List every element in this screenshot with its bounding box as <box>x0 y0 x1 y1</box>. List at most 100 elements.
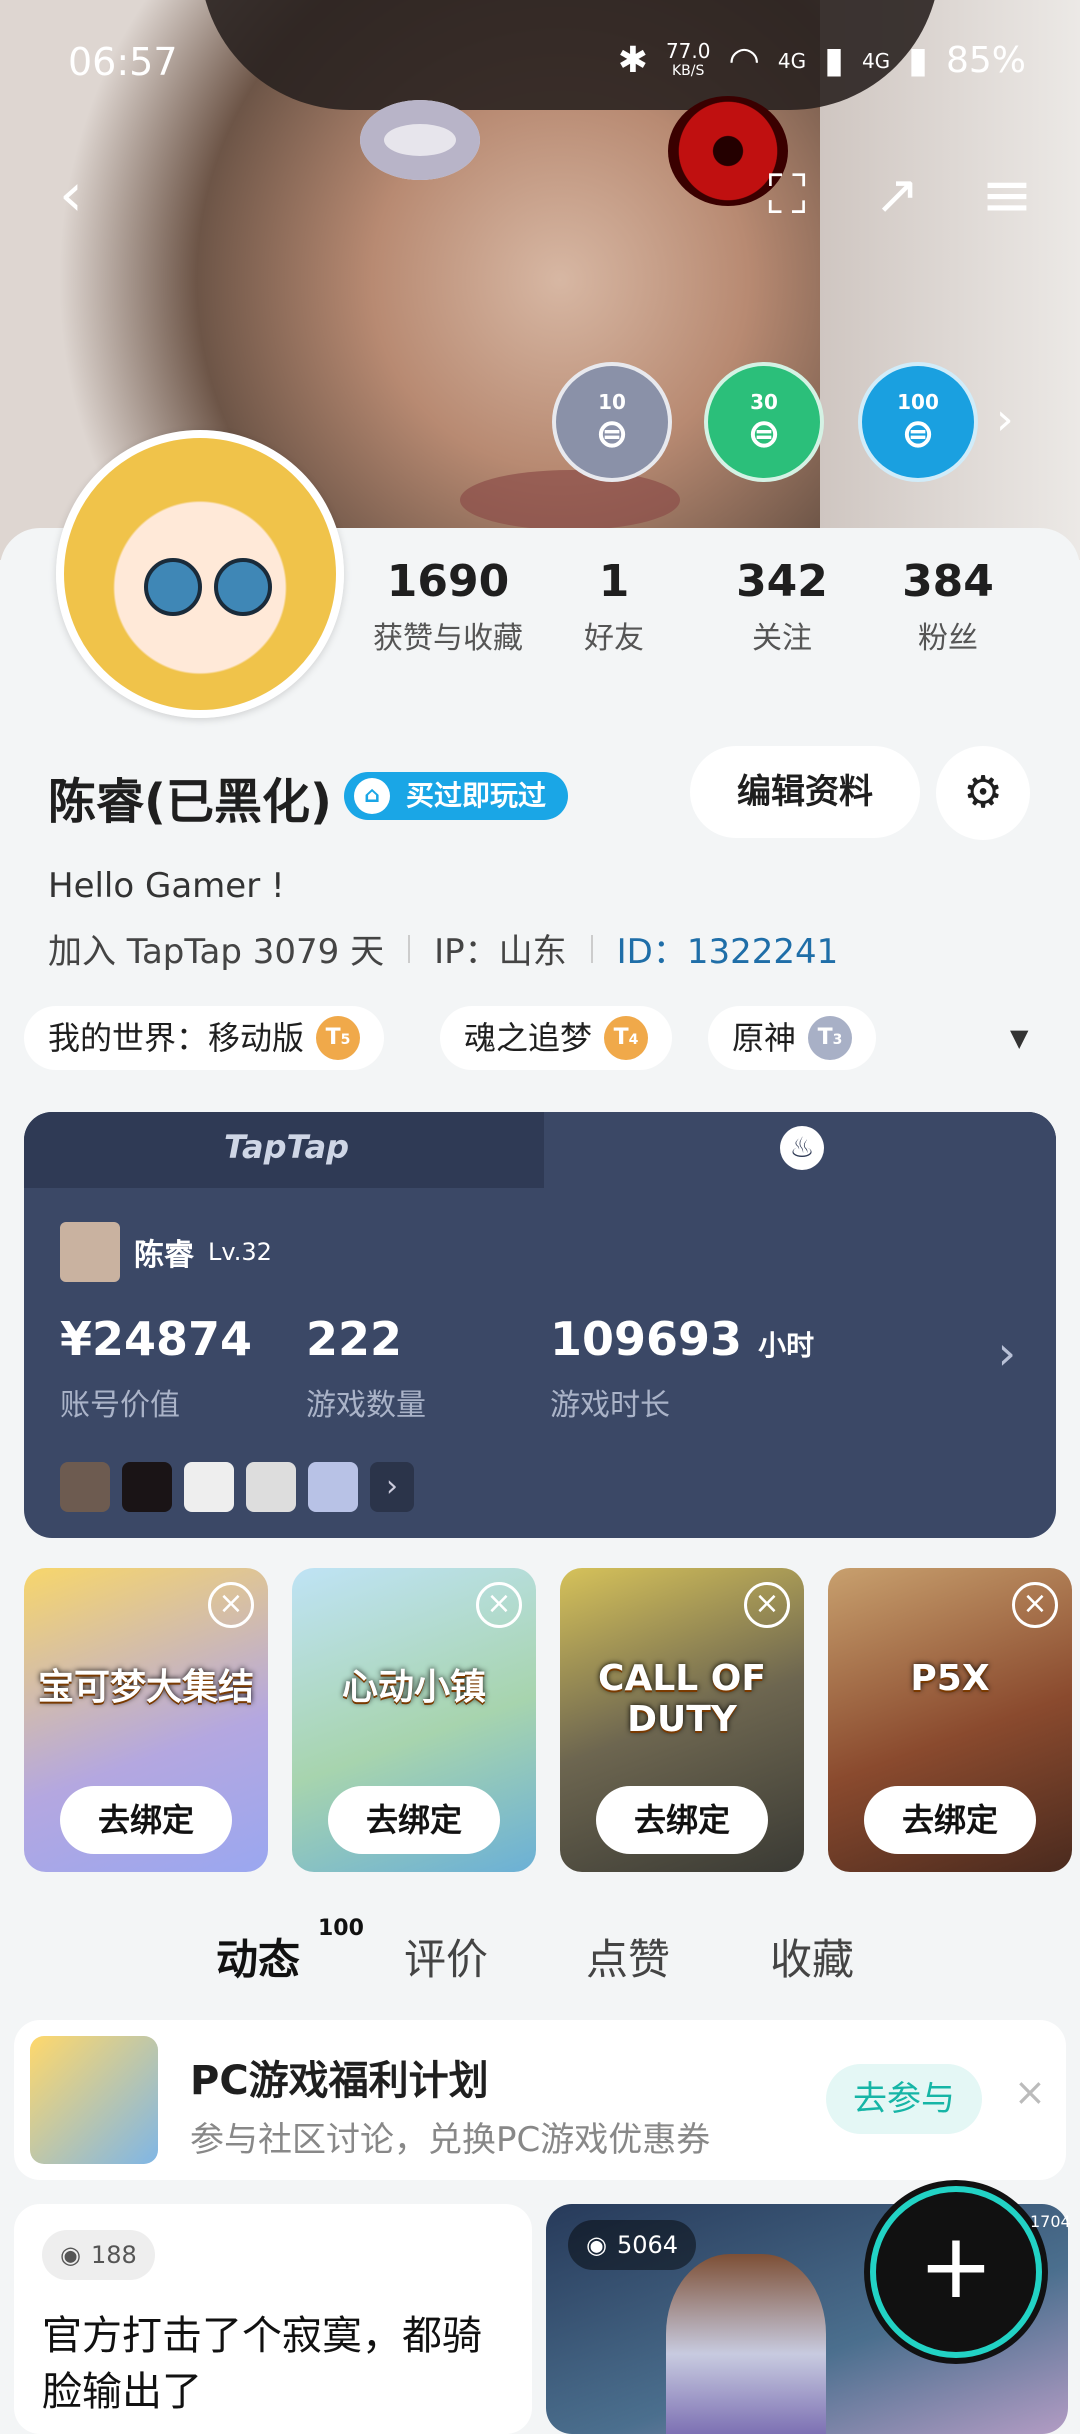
tab-reviews[interactable]: 评价 <box>404 1926 488 1987</box>
game-bind-card[interactable]: CALL OF DUTY × 去绑定 <box>560 1568 804 1872</box>
gamepad-icon: ⊜ <box>595 411 629 457</box>
game-bind-card[interactable]: P5X × 去绑定 <box>828 1568 1072 1872</box>
recent-games[interactable]: › <box>60 1462 414 1512</box>
platform-tabs: TapTap ♨ <box>24 1112 1056 1188</box>
badges-more-icon[interactable]: › <box>996 394 1014 445</box>
close-icon[interactable]: × <box>208 1582 254 1628</box>
achievement-badge[interactable]: 100 ⊜ <box>858 362 978 482</box>
steam-icon[interactable]: ♨ <box>780 1126 824 1170</box>
game-chip[interactable]: 魂之追梦 T4 <box>440 1006 673 1070</box>
tab-favorites[interactable]: 收藏 <box>770 1926 854 1987</box>
close-icon[interactable]: × <box>744 1582 790 1628</box>
stat-label: 粉丝 <box>918 621 978 656</box>
achievement-badge[interactable]: 30 ⊜ <box>704 362 824 482</box>
close-icon[interactable]: × <box>1014 2070 1046 2114</box>
recent-game-icon[interactable] <box>122 1462 172 1512</box>
stat-value: 384 <box>902 556 994 607</box>
scan-icon[interactable]: ⛶ <box>752 160 822 230</box>
promo-subtitle: 参与社区讨论，兑换PC游戏优惠券 <box>190 2120 711 2160</box>
join-button[interactable]: 去参与 <box>826 2064 982 2134</box>
tier-badge: T4 <box>604 1016 649 1060</box>
stat-value: 1 <box>598 556 630 607</box>
steam-user: 陈睿 Lv.32 <box>60 1222 272 1282</box>
achievement-badge[interactable]: 10 ⊜ <box>552 362 672 482</box>
recent-game-icon[interactable] <box>184 1462 234 1512</box>
signal-icon-1: ▮ <box>824 40 844 81</box>
tab-moments-count: 100 <box>318 1916 364 1941</box>
stat-label: 好友 <box>584 621 644 656</box>
stat-value: 342 <box>736 556 828 607</box>
play-hours-label: 游戏时长 <box>550 1388 670 1423</box>
signal-4g-1: 4G <box>777 48 807 73</box>
status-bar: 06:57 ✱ 77.0 KB/S ◠ 4G ▮ 4G ▮ 85% <box>0 0 1080 120</box>
play-hours-value: 109693 <box>550 1312 743 1366</box>
stat-2[interactable]: 342 关注 <box>692 556 872 657</box>
play-hours: 109693 小时 <box>550 1312 814 1366</box>
tab-taptap[interactable]: TapTap <box>224 1128 349 1166</box>
network-speed: 77.0 KB/S <box>666 41 711 81</box>
back-icon[interactable]: ‹ <box>36 160 106 230</box>
eye-icon: ◉ <box>60 2241 81 2269</box>
user-name: 陈睿(已黑化) <box>48 774 332 830</box>
speed-unit: KB/S <box>672 62 705 79</box>
ip-location: IP：山东 <box>434 932 567 972</box>
recent-games-more-icon[interactable]: › <box>370 1462 414 1512</box>
joined-days: 加入 TapTap 3079 天 <box>48 932 385 972</box>
steam-level: Lv.32 <box>208 1238 272 1266</box>
status-time: 06:57 <box>68 40 178 84</box>
stat-3[interactable]: 384 粉丝 <box>858 556 1038 657</box>
bind-button[interactable]: 去绑定 <box>596 1786 768 1854</box>
games-count-label: 游戏数量 <box>306 1388 426 1423</box>
bind-button[interactable]: 去绑定 <box>328 1786 500 1854</box>
menu-icon[interactable]: ≡ <box>972 160 1042 230</box>
buy-played-tag[interactable]: ⌂ 买过即玩过 <box>344 772 569 820</box>
speed-value: 77.0 <box>665 38 711 63</box>
stat-value: 1690 <box>386 556 510 607</box>
tier-level: 4 <box>628 1032 639 1048</box>
bluetooth-icon: ✱ <box>617 40 648 81</box>
game-chip[interactable]: 原神 T3 <box>708 1006 877 1070</box>
user-id[interactable]: ID：1322241 <box>617 924 839 973</box>
view-count-value: 5064 <box>616 2231 679 2259</box>
tier-level: 3 <box>832 1032 843 1048</box>
promo-title: PC游戏福利计划 <box>190 2058 489 2104</box>
stat-1[interactable]: 1 好友 <box>524 556 704 657</box>
feed-post[interactable]: ◉ 188 官方打击了个寂寞，都骑脸输出了 <box>14 2204 532 2434</box>
chips-expand-icon[interactable]: ▼ <box>1010 1024 1028 1052</box>
stat-label: 关注 <box>752 621 812 656</box>
tab-likes[interactable]: 点赞 <box>586 1926 670 1987</box>
steam-avatar <box>60 1222 120 1282</box>
tier-level: 5 <box>340 1032 351 1048</box>
tab-moments-label: 动态 <box>216 1935 301 1984</box>
close-icon[interactable]: × <box>1012 1582 1058 1628</box>
profile-settings-icon[interactable]: ⚙ <box>936 746 1030 840</box>
recent-game-icon[interactable] <box>308 1462 358 1512</box>
avatar[interactable] <box>56 430 344 718</box>
game-chip[interactable]: 我的世界：移动版 T5 <box>24 1006 385 1070</box>
battery-level: 85% <box>945 40 1026 81</box>
account-stats-card[interactable]: TapTap ♨ 陈睿 Lv.32 ¥24874 账号价值 222 游戏数量 1… <box>24 1112 1056 1538</box>
bio: Hello Gamer ! <box>48 866 285 906</box>
buy-played-label: 买过即玩过 <box>406 779 547 812</box>
recent-game-icon[interactable] <box>246 1462 296 1512</box>
share-icon[interactable]: ↗ <box>862 160 932 230</box>
game-bind-card[interactable]: 宝可梦大集结 × 去绑定 <box>24 1568 268 1872</box>
recent-game-icon[interactable] <box>60 1462 110 1512</box>
status-icons: ✱ 77.0 KB/S ◠ 4G ▮ 4G ▮ 85% <box>618 40 1026 81</box>
game-chip-label: 魂之追梦 <box>464 1019 593 1057</box>
chevron-right-icon[interactable]: › <box>998 1326 1016 1380</box>
tab-moments[interactable]: 动态 100 <box>216 1916 364 1993</box>
game-title: 心动小镇 <box>341 1667 486 1708</box>
game-bind-card[interactable]: 心动小镇 × 去绑定 <box>292 1568 536 1872</box>
close-icon[interactable]: × <box>476 1582 522 1628</box>
game-title: P5X <box>910 1658 990 1699</box>
bind-button[interactable]: 去绑定 <box>60 1786 232 1854</box>
bind-button[interactable]: 去绑定 <box>864 1786 1036 1854</box>
stat-0[interactable]: 1690 获赞与收藏 <box>358 556 538 657</box>
stat-label: 获赞与收藏 <box>373 621 523 656</box>
view-count: ◉ 5064 <box>568 2220 697 2270</box>
promo-banner[interactable]: PC游戏福利计划 参与社区讨论，兑换PC游戏优惠券 去参与 × <box>14 2020 1066 2180</box>
edit-profile-button[interactable]: 编辑资料 <box>690 746 920 838</box>
content-tabs: 动态 100 评价 点赞 收藏 <box>0 1916 1080 1996</box>
create-post-button[interactable]: + <box>870 2186 1042 2358</box>
